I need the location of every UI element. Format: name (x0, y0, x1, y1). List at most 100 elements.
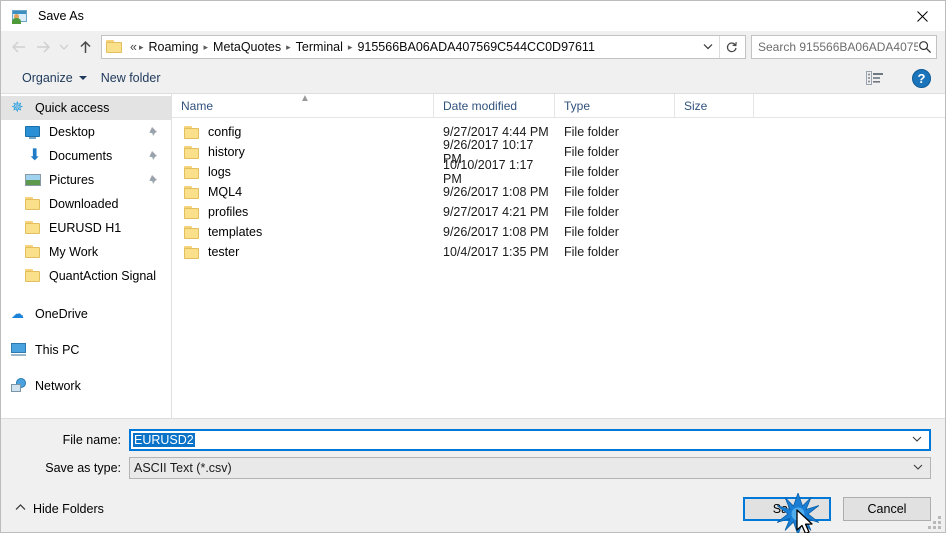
sidebar-item-this-pc[interactable]: This PC (1, 338, 171, 362)
view-layout-icon[interactable] (862, 69, 894, 88)
table-row[interactable]: history 9/26/2017 10:17 PM File folder (172, 138, 945, 166)
sidebar-item-label: Downloaded (49, 197, 119, 211)
table-row[interactable]: tester 10/4/2017 1:35 PM File folder (172, 242, 945, 262)
breadcrumb-terminal[interactable]: Terminal (293, 40, 346, 54)
organize-button[interactable]: Organize (15, 68, 94, 88)
refresh-icon[interactable] (719, 36, 743, 58)
sidebar-item-label: This PC (35, 343, 80, 357)
folder-icon (106, 40, 123, 54)
save-as-type-label: Save as type: (45, 461, 121, 475)
folder-icon (184, 205, 200, 220)
file-type: File folder (564, 245, 619, 259)
file-name-value: EURUSD2 (133, 433, 195, 447)
file-date: 10/10/2017 1:17 PM (443, 158, 534, 186)
column-header-size[interactable]: Size (675, 94, 754, 117)
file-date: 10/4/2017 1:35 PM (443, 245, 549, 259)
up-arrow-icon[interactable] (73, 35, 97, 59)
file-type: File folder (564, 145, 619, 159)
sidebar-item-label: EURUSD H1 (49, 221, 122, 235)
file-name-input[interactable]: EURUSD2 (129, 429, 931, 451)
column-header-name[interactable]: Name ▲ (172, 93, 434, 117)
folder-icon (184, 225, 200, 240)
address-bar[interactable]: « ▸ Roaming ▸ MetaQuotes ▸ Terminal ▸ 91… (101, 35, 746, 59)
search-input[interactable] (758, 40, 918, 54)
table-row[interactable]: profiles 9/27/2017 4:21 PM File folder (172, 202, 945, 222)
breadcrumb-overflow[interactable]: « (127, 40, 137, 54)
file-name: config (208, 125, 242, 139)
sidebar-item-quick-access[interactable]: ✵ Quick access (1, 96, 171, 120)
new-folder-label: New folder (100, 71, 161, 85)
file-list-pane: Name ▲ Date modified Type Size config 9/… (172, 93, 945, 418)
sidebar-item-label: Documents (49, 149, 113, 163)
file-name: logs (208, 165, 231, 179)
address-chevron-down-icon[interactable] (698, 42, 718, 53)
sidebar-item-eurusd-h1[interactable]: EURUSD H1 (1, 216, 171, 240)
navigation-bar: « ▸ Roaming ▸ MetaQuotes ▸ Terminal ▸ 91… (1, 31, 945, 63)
file-rows: config 9/27/2017 4:44 PM File folder his… (172, 118, 945, 418)
file-type: File folder (564, 125, 619, 139)
save-button[interactable]: Save (743, 496, 831, 521)
table-row[interactable]: MQL4 9/26/2017 1:08 PM File folder (172, 182, 945, 202)
onedrive-icon: ☁ (11, 306, 24, 321)
chevron-down-icon[interactable] (913, 463, 923, 474)
search-box[interactable] (751, 35, 937, 59)
cancel-label: Cancel (867, 501, 907, 516)
command-bar: Organize New folder ? (1, 63, 945, 94)
help-label: ? (917, 70, 926, 86)
sidebar-item-quantaction-signal[interactable]: QuantAction Signal (1, 264, 171, 288)
resize-grip-icon[interactable] (928, 516, 941, 529)
sidebar-item-label: Quick access (35, 101, 110, 115)
file-date: 9/27/2017 4:44 PM (443, 125, 549, 139)
sidebar-item-my-work[interactable]: My Work (1, 240, 171, 264)
pictures-icon (25, 172, 42, 188)
save-as-type-select[interactable]: ASCII Text (*.csv) (129, 457, 931, 479)
table-row[interactable]: logs 10/10/2017 1:17 PM File folder (172, 158, 945, 186)
table-row[interactable]: config 9/27/2017 4:44 PM File folder (172, 122, 945, 142)
column-header-type[interactable]: Type (555, 94, 675, 117)
forward-arrow-icon[interactable] (31, 35, 55, 59)
star-pin-icon: ✵ (11, 99, 24, 116)
breadcrumb-separator-icon: ▸ (138, 41, 144, 52)
column-header-label: Size (684, 98, 708, 113)
pin-icon[interactable] (148, 150, 159, 164)
table-row[interactable]: templates 9/26/2017 1:08 PM File folder (172, 222, 945, 242)
documents-icon: ⬇ (28, 147, 42, 164)
column-header-label: Name (181, 98, 214, 113)
sidebar-item-desktop[interactable]: Desktop (1, 120, 171, 144)
caret-down-icon (78, 76, 87, 80)
save-as-dialog: Save As « ▸ Roaming ▸ MetaQuotes ▸ Termi… (0, 0, 946, 533)
close-icon[interactable] (899, 1, 945, 31)
sidebar-item-onedrive[interactable]: ☁ OneDrive (1, 302, 171, 326)
folder-icon (25, 244, 42, 260)
search-icon[interactable] (918, 40, 932, 54)
sidebar-item-documents[interactable]: ⬇ Documents (1, 144, 171, 168)
pin-icon[interactable] (148, 126, 159, 140)
sidebar-item-pictures[interactable]: Pictures (1, 168, 171, 192)
sidebar-item-label: Desktop (49, 125, 95, 139)
hide-folders-button[interactable]: Hide Folders (15, 502, 104, 516)
breadcrumb-metaquotes[interactable]: MetaQuotes (210, 40, 284, 54)
new-folder-button[interactable]: New folder (94, 68, 168, 88)
column-header-label: Type (564, 98, 591, 113)
footer-buttons: Save Cancel (743, 492, 931, 533)
file-name-row: File name: EURUSD2 (15, 429, 931, 451)
file-name-cell: config (172, 125, 434, 140)
recent-locations-chevron-down-icon[interactable] (55, 35, 73, 59)
folder-icon (184, 145, 200, 160)
back-arrow-icon[interactable] (7, 35, 31, 59)
sidebar-item-downloaded[interactable]: Downloaded (1, 192, 171, 216)
window-title: Save As (38, 9, 84, 23)
file-date: 9/26/2017 1:08 PM (443, 225, 549, 239)
sidebar-item-network[interactable]: Network (1, 374, 171, 398)
column-header-date-modified[interactable]: Date modified (434, 94, 555, 117)
cancel-button[interactable]: Cancel (843, 496, 931, 521)
sidebar-item-label: QuantAction Signal (49, 269, 157, 283)
breadcrumb-terminal-id[interactable]: 915566BA06ADA407569C544CC0D97611 (354, 40, 597, 54)
folder-icon (184, 185, 200, 200)
help-icon[interactable]: ? (912, 68, 931, 88)
pin-icon[interactable] (148, 174, 159, 188)
chevron-down-icon[interactable] (912, 435, 922, 446)
sidebar-item-label: My Work (49, 245, 99, 259)
file-type: File folder (564, 165, 619, 179)
breadcrumb-roaming[interactable]: Roaming (145, 40, 201, 54)
